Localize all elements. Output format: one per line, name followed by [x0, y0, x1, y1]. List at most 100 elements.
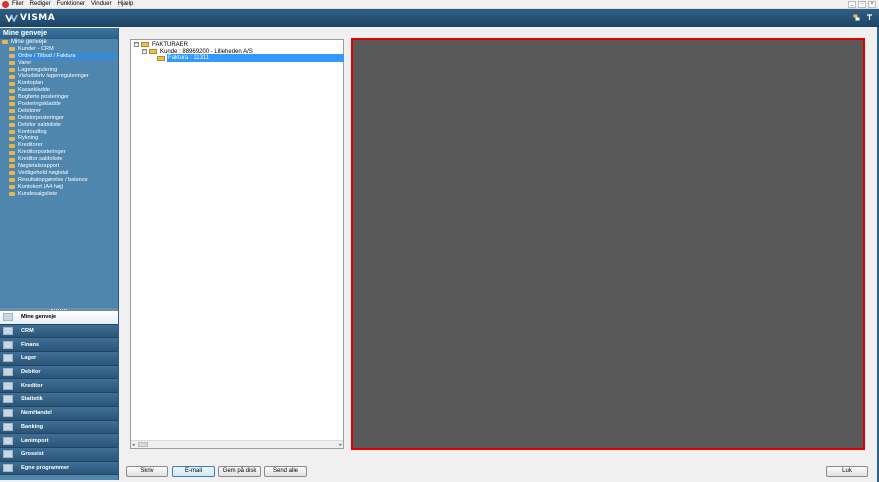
shortcut-label: Kundesalgsliste	[18, 190, 58, 197]
nav-label: Mine genveje	[21, 314, 57, 321]
menu-vinduer[interactable]: Vinduer	[91, 0, 112, 8]
nav-item[interactable]: Grossist	[0, 447, 118, 462]
shortcut-label: Kassekladde	[18, 87, 51, 94]
shortcut-root[interactable]: Mine genveje	[0, 39, 118, 46]
shortcut-item[interactable]: Kontoudtog	[9, 129, 118, 136]
shortcut-icon	[9, 61, 15, 66]
shortcut-label: Debitorposteringer	[18, 114, 65, 121]
nav-item[interactable]: Debitor	[0, 365, 118, 380]
print-button[interactable]: Skriv	[126, 466, 168, 477]
nav-item[interactable]: Mine genveje	[0, 311, 118, 325]
shortcut-item[interactable]: Kunder - CRM	[9, 46, 118, 53]
logo-text: VISMA	[20, 13, 56, 23]
nav-item[interactable]: Statistik	[0, 393, 118, 407]
shortcut-item[interactable]: Kreditorer	[9, 142, 118, 149]
nav-item[interactable]: Kreditor	[0, 379, 118, 394]
tree-invoice[interactable]: Faktura : 11311	[157, 55, 209, 62]
document-tree: − FAKTURAER − Kunde : 88969200 - Lillehe…	[130, 39, 344, 449]
shortcut-item[interactable]: Bogførte posteringer	[9, 94, 118, 101]
shortcut-icon	[9, 47, 15, 52]
shortcut-item[interactable]: Posteringskladde	[9, 101, 118, 108]
help-icon[interactable]	[866, 14, 873, 21]
nav-label: Finans	[21, 341, 40, 348]
menu-bar: Filer Rediger Funktioner Vinduer Hjælp _…	[0, 0, 879, 9]
shortcut-icon	[9, 192, 15, 197]
shortcut-icon	[9, 150, 15, 155]
shortcut-icon	[9, 74, 15, 79]
scroll-thumb[interactable]	[138, 442, 148, 447]
shortcut-item[interactable]: Lagerregulering	[9, 67, 118, 74]
shortcut-item[interactable]: Kassekladde	[9, 87, 118, 94]
swap-icon[interactable]	[853, 14, 860, 21]
email-button[interactable]: E-mail	[172, 466, 215, 477]
shortcut-icon	[9, 88, 15, 93]
shortcut-item[interactable]: Vis/udskriv lagerreguleringer	[9, 73, 118, 80]
shortcut-icon	[9, 164, 15, 169]
menu-rediger[interactable]: Rediger	[30, 0, 51, 8]
shortcut-item[interactable]: Kundesalgsliste	[9, 191, 118, 198]
shortcut-item[interactable]: Varer	[9, 60, 118, 67]
window-controls: _ ▫ ×	[848, 1, 876, 8]
shortcut-item[interactable]: Kontokort (A4 høj)	[9, 184, 118, 191]
shortcut-icon	[9, 123, 15, 128]
shortcut-item[interactable]: Rykning	[9, 135, 118, 142]
save-to-disk-button[interactable]: Gem på disk	[218, 466, 261, 477]
close-window-button[interactable]: ×	[868, 1, 876, 8]
shortcut-label: Vis/udskriv lagerreguleringer	[18, 73, 89, 80]
shortcut-item[interactable]: Kreditor saldoliste	[9, 156, 118, 163]
nav-label: Banking	[21, 423, 44, 430]
shortcut-label: Ordre / Tilbud / Faktura	[18, 52, 76, 59]
nav-item[interactable]: Lager	[0, 352, 118, 366]
module-icon	[3, 354, 13, 363]
tree-root[interactable]: − FAKTURAER	[134, 41, 188, 48]
nav-item[interactable]: Banking	[0, 420, 118, 435]
shortcut-icon	[9, 81, 15, 86]
shortcut-icon	[9, 157, 15, 162]
shortcut-item[interactable]: Vedligehold nøgletal	[9, 170, 118, 177]
nav-item[interactable]: NemHandel	[0, 406, 118, 421]
shortcut-label: Debitor saldoliste	[18, 121, 61, 128]
module-icon	[3, 463, 13, 472]
folder-open-icon	[2, 40, 8, 45]
folder-icon	[149, 49, 157, 54]
collapse-toggle-icon[interactable]: −	[142, 49, 147, 54]
shortcut-label: Varer	[18, 59, 32, 66]
shortcut-item[interactable]: Resultatopgørelse / balance	[9, 177, 118, 184]
app-icon[interactable]	[2, 0, 9, 8]
shortcut-item[interactable]: Kreditorposteringer	[9, 149, 118, 156]
document-preview	[351, 38, 865, 450]
nav-item[interactable]: CRM	[0, 324, 118, 339]
shortcut-item[interactable]: Debitor saldoliste	[9, 122, 118, 129]
shortcut-root-label: Mine genveje	[11, 39, 47, 45]
nav-label: Grossist	[21, 451, 44, 458]
restore-button[interactable]: ▫	[858, 1, 866, 8]
scroll-right-icon[interactable]: ▸	[339, 442, 342, 448]
shortcut-item[interactable]: Ordre / Tilbud / Faktura	[8, 52, 116, 60]
nav-item[interactable]: Finans	[0, 338, 118, 353]
menu-funktioner[interactable]: Funktioner	[57, 0, 85, 8]
shortcut-icon	[9, 68, 15, 73]
close-button[interactable]: Luk	[826, 466, 868, 477]
shortcut-label: Rykning	[18, 135, 39, 142]
collapse-toggle-icon[interactable]: −	[134, 42, 139, 47]
nav-label: Debitor	[21, 369, 41, 376]
shortcut-item[interactable]: Debitorposteringer	[9, 115, 118, 122]
shortcut-item[interactable]: Kontoplan	[9, 80, 118, 87]
shortcut-item[interactable]: Debitorer	[9, 108, 118, 115]
module-icon	[3, 409, 13, 418]
menu-filer[interactable]: Filer	[12, 0, 24, 8]
menu-hjaelp[interactable]: Hjælp	[118, 0, 134, 8]
scroll-left-icon[interactable]: ◂	[132, 442, 135, 448]
shortcut-label: Kreditor saldoliste	[18, 156, 63, 163]
nav-item[interactable]: Egne programmer	[0, 461, 118, 476]
module-icon	[3, 436, 13, 445]
splitter-grip[interactable]	[51, 309, 67, 310]
minimize-button[interactable]: _	[848, 1, 856, 8]
nav-label: Kreditor	[21, 382, 43, 389]
send-all-button[interactable]: Send alle	[264, 466, 307, 477]
shortcut-label: Kreditorposteringer	[18, 149, 66, 156]
shortcut-item[interactable]: Nøgletalsrapport	[9, 163, 118, 170]
horizontal-scrollbar[interactable]: ◂ ▸	[131, 440, 343, 448]
nav-item[interactable]: Lønimport	[0, 434, 118, 448]
app-header: VISMA	[0, 9, 879, 27]
